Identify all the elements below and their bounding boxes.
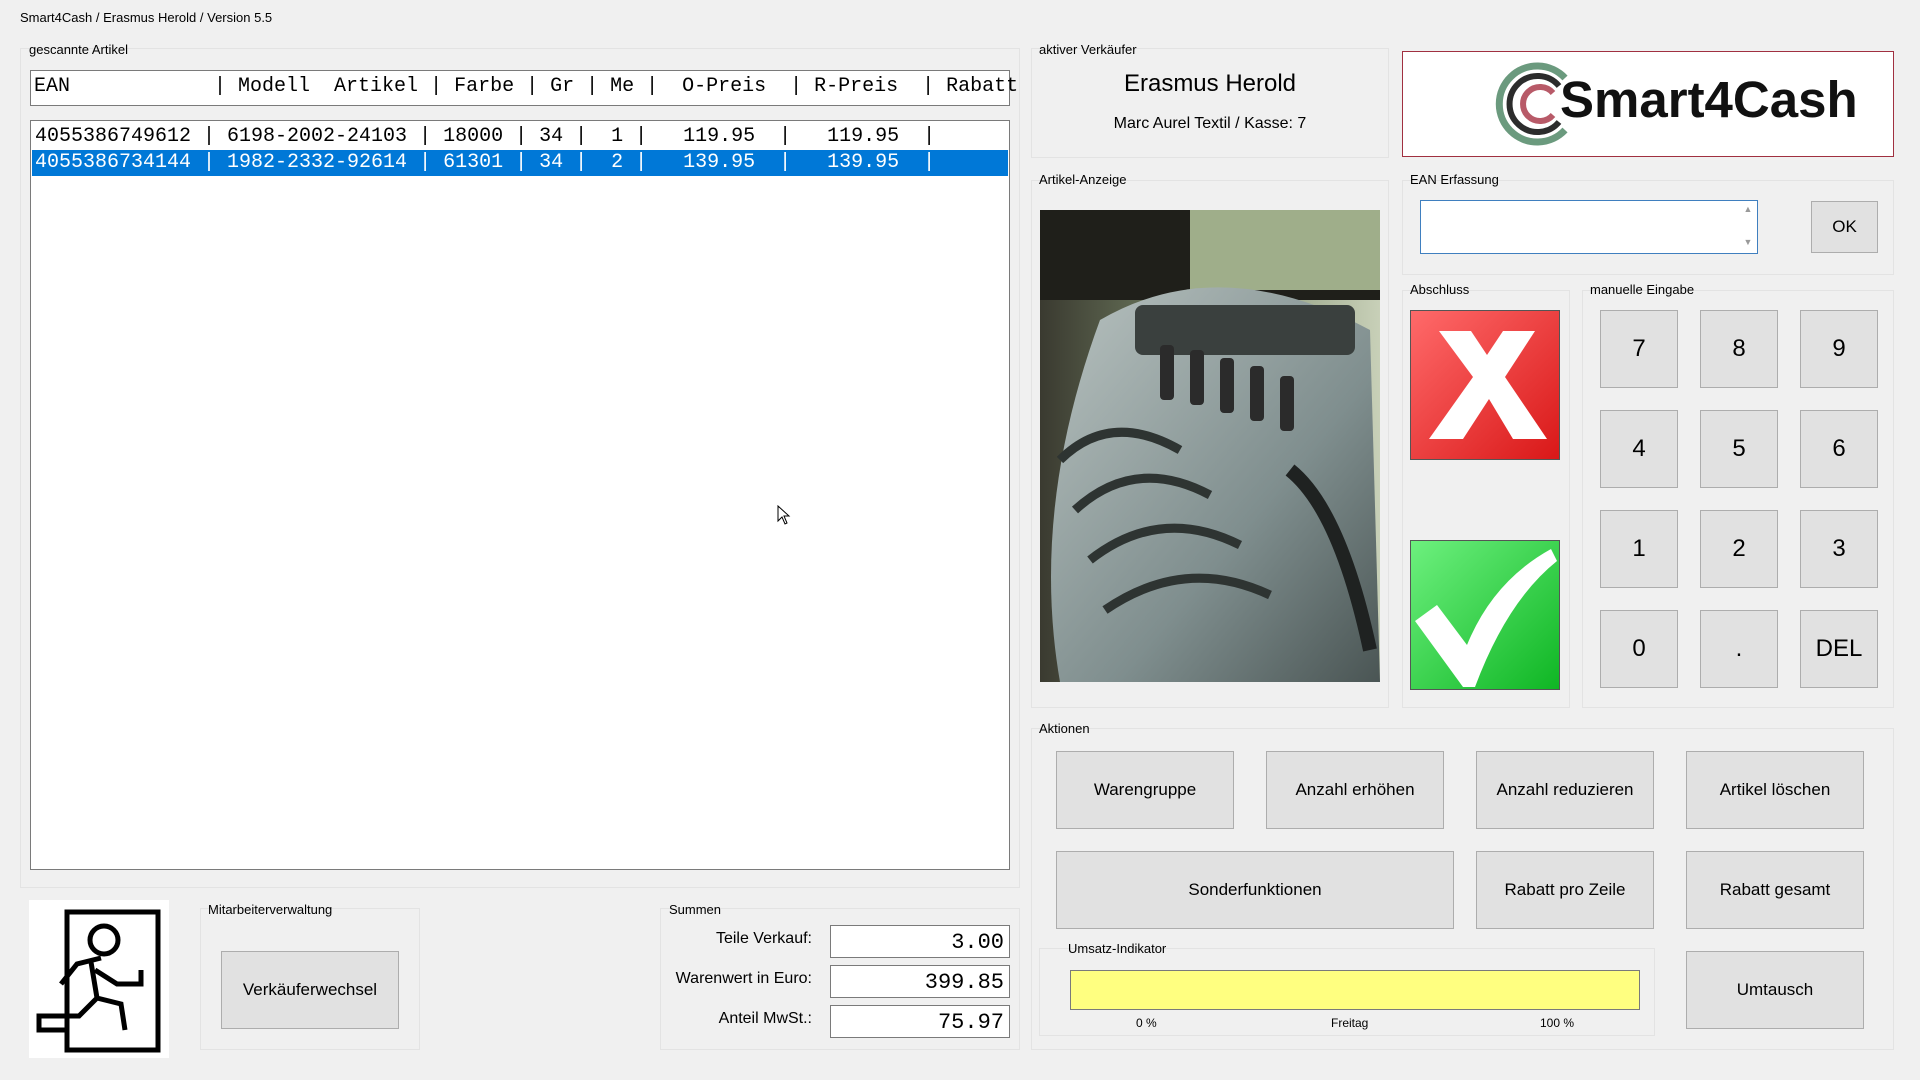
anzahl-reduzieren-button[interactable]: Anzahl reduzieren [1476, 751, 1654, 829]
umsatz-label: Umsatz-Indikator [1068, 941, 1167, 956]
umsatz-scale-mid: Freitag [1331, 1016, 1369, 1030]
spin-down-icon[interactable]: ▼ [1741, 237, 1755, 247]
window-title: Smart4Cash / Erasmus Herold / Version 5.… [20, 10, 273, 25]
warenwert-label: Warenwert in Euro: [675, 970, 812, 987]
umsatz-progress-bar [1070, 970, 1640, 1010]
sonderfunktionen-button[interactable]: Sonderfunktionen [1056, 851, 1454, 929]
staff-label: Mitarbeiterverwaltung [208, 902, 333, 917]
article-row-text: 4055386734144 | 1982-2332-92614 | 61301 … [35, 151, 936, 174]
key-dot[interactable]: . [1700, 610, 1778, 688]
key-0[interactable]: 0 [1600, 610, 1678, 688]
check-icon [1415, 549, 1557, 687]
abschluss-label: Abschluss [1410, 282, 1470, 297]
article-row-text: 4055386749612 | 6198-2002-24103 | 18000 … [35, 125, 936, 148]
umsatz-scale-max: 100 % [1540, 1016, 1575, 1030]
umsatz-scale-min: 0 % [1136, 1016, 1157, 1030]
cash-register-image [1040, 210, 1380, 682]
key-8[interactable]: 8 [1700, 310, 1778, 388]
emergency-exit-icon [36, 909, 161, 1053]
key-5[interactable]: 5 [1700, 410, 1778, 488]
article-header-text: EAN | Modell Artikel | Farbe | Gr | Me |… [34, 75, 1019, 98]
umsatz-progress-fill [1071, 971, 1639, 1009]
smart4cash-logo: Smart4Cash [1402, 51, 1894, 157]
key-1[interactable]: 1 [1600, 510, 1678, 588]
teile-verkauf-field: 3.00 [830, 925, 1010, 958]
keypad-label: manuelle Eingabe [1590, 282, 1695, 297]
artikel-loeschen-button[interactable]: Artikel löschen [1686, 751, 1864, 829]
rabatt-pro-zeile-button[interactable]: Rabatt pro Zeile [1476, 851, 1654, 929]
umtausch-button[interactable]: Umtausch [1686, 951, 1864, 1029]
mouse-cursor-icon [777, 505, 791, 525]
article-row[interactable]: 4055386749612 | 6198-2002-24103 | 18000 … [32, 124, 1008, 150]
key-9[interactable]: 9 [1800, 310, 1878, 388]
exit-button[interactable] [29, 900, 169, 1058]
scanned-articles-label: gescannte Artikel [29, 42, 129, 57]
warenwert-field: 399.85 [830, 965, 1010, 998]
cancel-button[interactable] [1410, 310, 1560, 460]
article-display-label: Artikel-Anzeige [1039, 172, 1127, 187]
actions-label: Aktionen [1039, 721, 1090, 736]
key-2[interactable]: 2 [1700, 510, 1778, 588]
spin-up-icon[interactable]: ▲ [1741, 204, 1755, 214]
logo-text: Smart4Cash [1560, 71, 1858, 128]
verkaeuferwechsel-button[interactable]: Verkäuferwechsel [221, 951, 399, 1029]
confirm-button[interactable] [1410, 540, 1560, 690]
teile-verkauf-label: Teile Verkauf: [715, 930, 812, 947]
seller-store: Marc Aurel Textil / Kasse: 7 [1113, 115, 1307, 132]
key-6[interactable]: 6 [1800, 410, 1878, 488]
summen-label: Summen [669, 902, 722, 917]
article-header-field: EAN | Modell Artikel | Farbe | Gr | Me |… [30, 70, 1018, 106]
warengruppe-button[interactable]: Warengruppe [1056, 751, 1234, 829]
article-list[interactable]: 4055386749612 | 6198-2002-24103 | 18000 … [30, 120, 1010, 870]
mwst-field: 75.97 [830, 1005, 1010, 1038]
seller-label: aktiver Verkäufer [1039, 42, 1137, 57]
ean-label: EAN Erfassung [1410, 172, 1499, 187]
key-3[interactable]: 3 [1800, 510, 1878, 588]
seller-name: Erasmus Herold [1123, 70, 1297, 97]
mwst-label: Anteil MwSt.: [718, 1010, 812, 1027]
seller-group [1031, 48, 1389, 158]
article-image [1040, 210, 1380, 682]
key-del[interactable]: DEL [1800, 610, 1878, 688]
article-row-selected[interactable]: 4055386734144 | 1982-2332-92614 | 61301 … [32, 150, 1008, 176]
cross-icon [1429, 331, 1547, 439]
anzahl-erhoehen-button[interactable]: Anzahl erhöhen [1266, 751, 1444, 829]
key-7[interactable]: 7 [1600, 310, 1678, 388]
rabatt-gesamt-button[interactable]: Rabatt gesamt [1686, 851, 1864, 929]
key-4[interactable]: 4 [1600, 410, 1678, 488]
ok-button[interactable]: OK [1811, 201, 1878, 253]
ean-input[interactable]: ▲ ▼ [1420, 200, 1758, 254]
